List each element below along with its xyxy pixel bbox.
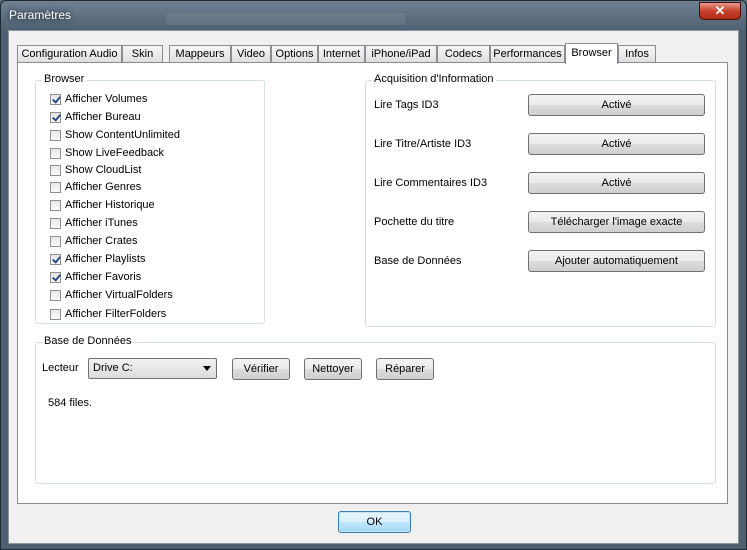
- checkbox-box[interactable]: [50, 129, 61, 141]
- checkbox-label: Afficher Playlists: [65, 253, 146, 265]
- tab-video[interactable]: Video: [231, 45, 271, 63]
- checkbox-label: Afficher Crates: [65, 235, 138, 247]
- ok-button[interactable]: OK: [338, 511, 411, 533]
- tab-performances[interactable]: Performances: [490, 45, 565, 63]
- checkbox-afficher-favoris[interactable]: Afficher Favoris: [50, 269, 141, 285]
- checkbox-afficher-playlists[interactable]: Afficher Playlists: [50, 251, 146, 267]
- window-title: Paramètres: [9, 8, 72, 22]
- checkbox-box[interactable]: [50, 271, 61, 283]
- tab-configuration-audio[interactable]: Configuration Audio: [17, 45, 122, 63]
- clean-button[interactable]: Nettoyer: [304, 358, 362, 380]
- close-icon: ✕: [714, 3, 726, 18]
- tab-internet[interactable]: Internet: [318, 45, 365, 63]
- tab-mappeurs[interactable]: Mappeurs: [169, 45, 231, 63]
- checkbox-box[interactable]: [50, 235, 61, 247]
- checkbox-label: Show CloudList: [65, 164, 142, 176]
- checkbox-label: Show LiveFeedback: [65, 147, 165, 159]
- read-comments-button[interactable]: Activé: [528, 172, 705, 194]
- drive-label: Lecteur: [42, 362, 79, 374]
- checkbox-afficher-filterfolders[interactable]: Afficher FilterFolders: [50, 306, 166, 322]
- checkbox-afficher-bureau[interactable]: Afficher Bureau: [50, 109, 141, 125]
- tab-infos[interactable]: Infos: [618, 45, 656, 63]
- checkbox-label: Afficher iTunes: [65, 217, 138, 229]
- close-button[interactable]: ✕: [699, 2, 741, 20]
- checkbox-box[interactable]: [50, 181, 61, 193]
- tab-skin[interactable]: Skin: [122, 45, 163, 63]
- read-comments-label: Lire Commentaires ID3: [374, 177, 488, 189]
- checkbox-show-cloudlist[interactable]: Show CloudList: [50, 162, 141, 178]
- checkbox-box[interactable]: [50, 93, 61, 105]
- checkbox-label: Show ContentUnlimited: [65, 129, 180, 141]
- checkbox-box[interactable]: [50, 164, 61, 176]
- checkbox-label: Afficher Bureau: [65, 111, 141, 123]
- checkbox-label: Afficher Historique: [65, 199, 155, 211]
- read-title-artist-label: Lire Titre/Artiste ID3: [374, 138, 472, 150]
- browser-tab-panel: Browser Afficher Volumes Afficher Bureau…: [17, 62, 728, 504]
- checkbox-afficher-historique[interactable]: Afficher Historique: [50, 197, 155, 213]
- checkbox-label: Afficher Genres: [65, 181, 142, 193]
- checkbox-box[interactable]: [50, 253, 61, 265]
- checkbox-afficher-virtualfolders[interactable]: Afficher VirtualFolders: [50, 287, 173, 303]
- database-mode-button[interactable]: Ajouter automatiquement: [528, 250, 705, 272]
- verify-button[interactable]: Vérifier: [232, 358, 290, 380]
- settings-window: Paramètres ✕ Configuration Audio Skin Ma…: [0, 0, 747, 550]
- read-title-artist-button[interactable]: Activé: [528, 133, 705, 155]
- checkbox-label: Afficher Favoris: [65, 271, 142, 283]
- browser-group: Browser Afficher Volumes Afficher Bureau…: [35, 73, 265, 324]
- checkbox-label: Afficher VirtualFolders: [65, 289, 173, 301]
- cover-art-button[interactable]: Télécharger l'image exacte: [528, 211, 705, 233]
- tab-iphone-ipad[interactable]: iPhone/iPad: [365, 45, 437, 63]
- drive-select-value: Drive C:: [93, 362, 133, 374]
- checkbox-afficher-crates[interactable]: Afficher Crates: [50, 233, 138, 249]
- dialog-body: Configuration Audio Skin Mappeurs Video …: [8, 30, 739, 544]
- checkbox-afficher-itunes[interactable]: Afficher iTunes: [50, 215, 138, 231]
- acquisition-group-legend: Acquisition d'Information: [372, 73, 496, 85]
- checkbox-box[interactable]: [50, 289, 61, 301]
- acquisition-group: Acquisition d'Information Lire Tags ID3 …: [365, 73, 716, 327]
- database-group-legend: Base de Données: [42, 335, 134, 347]
- title-bar[interactable]: Paramètres ✕: [1, 1, 746, 29]
- tab-browser[interactable]: Browser: [565, 43, 618, 64]
- checkbox-show-livefeedback[interactable]: Show LiveFeedback: [50, 145, 164, 161]
- drive-select[interactable]: Drive C:: [88, 358, 217, 379]
- read-id3-tags-button[interactable]: Activé: [528, 94, 705, 116]
- read-id3-tags-label: Lire Tags ID3: [374, 99, 439, 111]
- title-bar-glow: [166, 13, 406, 25]
- database-group: Base de Données Lecteur Drive C: Vérifie…: [35, 335, 716, 484]
- checkbox-afficher-genres[interactable]: Afficher Genres: [50, 179, 141, 195]
- checkbox-afficher-volumes[interactable]: Afficher Volumes: [50, 91, 147, 107]
- tab-codecs[interactable]: Codecs: [437, 45, 490, 63]
- checkbox-box[interactable]: [50, 147, 61, 159]
- cover-art-label: Pochette du titre: [374, 216, 455, 228]
- checkbox-label: Afficher Volumes: [65, 93, 148, 105]
- checkbox-label: Afficher FilterFolders: [65, 308, 167, 320]
- checkbox-show-contentunlimited[interactable]: Show ContentUnlimited: [50, 127, 180, 143]
- checkbox-box[interactable]: [50, 111, 61, 123]
- checkbox-box[interactable]: [50, 199, 61, 211]
- database-status: 584 files.: [48, 397, 93, 409]
- database-mode-label: Base de Données: [374, 255, 462, 267]
- tab-options[interactable]: Options: [271, 45, 318, 63]
- checkbox-box[interactable]: [50, 217, 61, 229]
- checkbox-box[interactable]: [50, 308, 61, 320]
- chevron-down-icon: [203, 366, 211, 371]
- browser-group-legend: Browser: [42, 73, 87, 85]
- repair-button[interactable]: Réparer: [376, 358, 434, 380]
